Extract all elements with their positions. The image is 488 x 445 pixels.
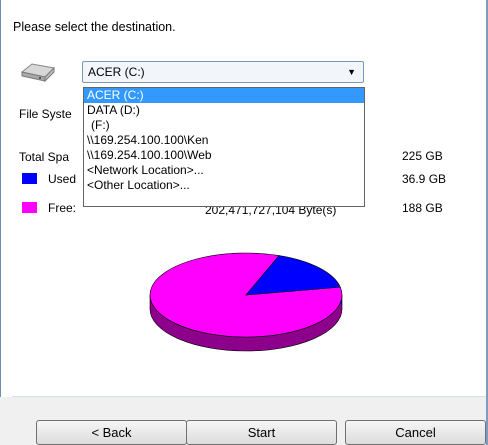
used-color-swatch [22,173,37,184]
dropdown-option[interactable]: <Network Location>... [84,163,364,178]
dropdown-option[interactable]: \\169.254.100.100\Web [84,148,364,163]
destination-dropdown-list[interactable]: ACER (C:) DATA (D:) (F:) \\169.254.100.1… [83,87,365,207]
free-value: 188 GB [402,201,443,215]
total-space-value: 225 GB [402,149,443,163]
free-label: Free: [48,201,77,215]
free-color-swatch [22,202,37,213]
dropdown-option[interactable]: DATA (D:) [84,103,364,118]
total-space-label: Total Spa [19,150,70,164]
start-button[interactable]: Start [186,420,337,445]
dropdown-option[interactable]: (F:) [84,118,364,133]
page-title: Please select the destination. [13,20,176,34]
cancel-button[interactable]: Cancel [345,420,486,445]
disk-usage-pie-chart [149,252,343,352]
used-value: 36.9 GB [402,172,447,186]
drive-icon [20,63,56,83]
back-button[interactable]: < Back [36,420,187,445]
dropdown-option[interactable]: \\169.254.100.100\Ken [84,133,364,148]
used-label: Used [48,172,77,186]
dropdown-option[interactable]: ACER (C:) [84,88,364,103]
chevron-down-icon[interactable]: ▼ [347,67,356,77]
destination-selected-value: ACER (C:) [88,65,145,79]
file-system-label: File Syste [19,107,72,121]
dropdown-option[interactable]: <Other Location>... [84,178,364,193]
window-border-left [0,0,1,445]
destination-combobox[interactable]: ACER (C:) ▼ [82,61,364,83]
